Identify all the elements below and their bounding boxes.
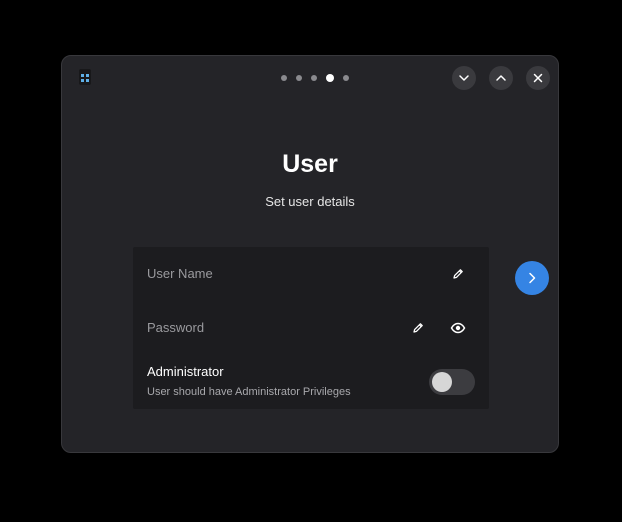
close-button[interactable]	[526, 66, 550, 90]
user-details-card: User Name Password Administrator User sh…	[133, 247, 489, 409]
installer-window: User Set user details User Name Password…	[61, 55, 559, 453]
step-dot-4-current[interactable]	[326, 74, 334, 82]
pencil-icon	[413, 323, 423, 333]
edit-password-button[interactable]	[408, 318, 428, 338]
maximize-button[interactable]	[489, 66, 513, 90]
chevron-up-icon	[496, 75, 506, 81]
password-input[interactable]: Password	[147, 319, 204, 337]
page-subtitle: Set user details	[265, 194, 355, 209]
toggle-knob	[432, 372, 452, 392]
page-title: User	[282, 150, 338, 178]
administrator-description: User should have Administrator Privilege…	[147, 386, 351, 398]
administrator-toggle[interactable]	[429, 369, 475, 395]
edit-username-button[interactable]	[448, 264, 468, 284]
step-dot-1[interactable]	[281, 75, 287, 81]
next-button[interactable]	[515, 261, 549, 295]
pencil-icon	[453, 269, 463, 279]
administrator-label: Administrator	[147, 364, 224, 379]
app-icon	[79, 69, 91, 85]
step-dot-5[interactable]	[343, 75, 349, 81]
close-icon	[533, 73, 543, 83]
chevron-down-icon	[459, 75, 469, 81]
step-dot-3[interactable]	[311, 75, 317, 81]
username-input[interactable]: User Name	[147, 265, 213, 283]
show-password-button[interactable]	[448, 318, 468, 338]
step-indicator	[281, 73, 349, 83]
step-dot-2[interactable]	[296, 75, 302, 81]
eye-icon	[450, 322, 466, 334]
minimize-button[interactable]	[452, 66, 476, 90]
chevron-right-icon	[529, 272, 536, 284]
